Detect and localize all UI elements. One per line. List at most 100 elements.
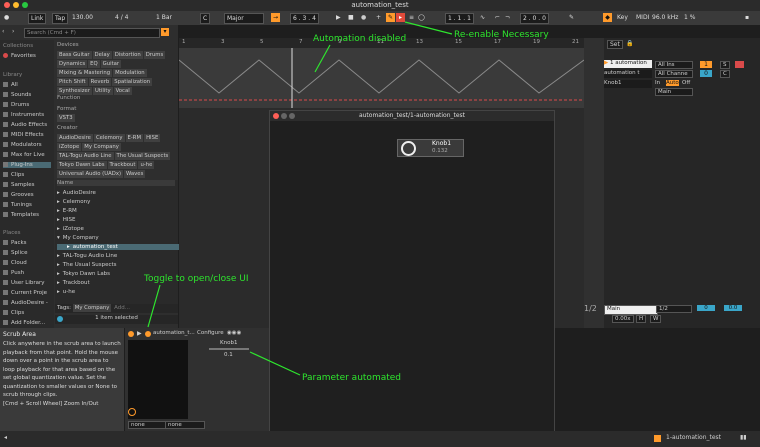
library-item[interactable]: Drums	[3, 102, 29, 108]
library-item[interactable]: Tunings	[3, 202, 32, 208]
monitor-in-button[interactable]: In	[655, 80, 660, 86]
device-activator-icon[interactable]	[128, 331, 134, 337]
wrench-icon[interactable]	[145, 331, 151, 337]
configure-button[interactable]: Configure	[197, 330, 224, 336]
knob1-control[interactable]: Knob1 0.132	[397, 139, 464, 157]
automation-arm-icon[interactable]: ✎	[386, 13, 395, 22]
filter-tag[interactable]: Waves	[124, 170, 146, 178]
filter-tag[interactable]: Modulation	[113, 69, 147, 77]
reenable-automation-button[interactable]: ▸	[396, 13, 405, 22]
loop-length-field[interactable]: 2 . 0 . 0	[520, 13, 549, 24]
browser-search-input[interactable]: Search (Cmd + F)	[24, 28, 160, 38]
link-button[interactable]: Link	[28, 13, 47, 24]
file-item[interactable]: ▾ My Company	[57, 235, 175, 241]
back-icon[interactable]: ‹	[2, 28, 12, 38]
set-button[interactable]: Set	[607, 40, 623, 49]
filter-tag[interactable]: Reverb	[88, 78, 112, 86]
solo-button[interactable]: S	[720, 61, 730, 69]
master-track[interactable]: Main	[604, 305, 658, 315]
monitor-off-button[interactable]: Off	[682, 80, 690, 86]
metronome-bar-select[interactable]: 1 Bar	[156, 13, 172, 22]
tempo-field[interactable]: 130.00	[72, 13, 93, 22]
file-item-selected[interactable]: ▸ automation_test	[57, 244, 185, 250]
scale-select[interactable]: Major	[224, 13, 264, 24]
places-item[interactable]: Cloud	[3, 260, 27, 266]
height-button[interactable]: H	[636, 315, 647, 323]
file-item[interactable]: ▸ TAL-Togu Audio Line	[57, 253, 175, 259]
key-map-toggle[interactable]: ◆	[603, 13, 612, 22]
master-volume[interactable]: 0.0	[724, 305, 742, 311]
song-position-field[interactable]: 6 . 3 . 4	[290, 13, 319, 24]
track-1-automation[interactable]: ▶ 1 automation	[604, 60, 652, 68]
master-pan[interactable]: 0	[697, 305, 715, 311]
plugin-minimize-button[interactable]	[281, 113, 287, 119]
library-item[interactable]: Instruments	[3, 112, 44, 118]
file-item[interactable]: ▸ u-he	[57, 289, 175, 295]
name-column-header[interactable]: Name	[57, 180, 175, 186]
output-select[interactable]: Main	[655, 88, 693, 96]
input-channel-select[interactable]: All Channe	[655, 70, 693, 78]
expand-chevron-icon[interactable]: ▸	[57, 208, 60, 214]
play-icon[interactable]: ▶	[336, 13, 341, 22]
expand-chevron-icon[interactable]: ▸	[57, 226, 60, 232]
device-options-icons[interactable]: ◉◉◉	[227, 330, 241, 336]
expand-chevron-icon[interactable]: ▸	[57, 199, 60, 205]
device-input-select[interactable]: none	[128, 421, 168, 429]
filter-tag[interactable]: Guitar	[100, 60, 122, 68]
link-indicator[interactable]: ●	[4, 13, 9, 22]
places-item[interactable]: Add Folder...	[3, 320, 45, 326]
capture-icon[interactable]: ≡	[409, 13, 414, 22]
expand-chevron-icon[interactable]: ▾	[57, 235, 60, 241]
plugin-zoom-button[interactable]	[289, 113, 295, 119]
session-record-icon[interactable]: +	[376, 13, 381, 22]
places-item[interactable]: Current Proje	[3, 290, 47, 296]
tap-button[interactable]: Tap	[52, 13, 69, 24]
plugin-close-button[interactable]	[273, 113, 279, 119]
file-item[interactable]: ▸ HISE	[57, 217, 175, 223]
filter-tag[interactable]: Synthesizer	[57, 87, 92, 95]
places-item[interactable]: User Library	[3, 280, 45, 286]
expand-chevron-icon[interactable]: ▸	[57, 280, 60, 286]
library-item[interactable]: Audio Effects	[3, 122, 47, 128]
library-item[interactable]: MIDI Effects	[3, 132, 44, 138]
punch-out-icon[interactable]: ¬	[505, 13, 510, 22]
expand-chevron-icon[interactable]: ▸	[67, 244, 70, 250]
filter-tag[interactable]: The Usual Suspects	[114, 152, 171, 160]
file-item[interactable]: ▸ The Usual Suspects	[57, 262, 175, 268]
expand-chevron-icon[interactable]: ▸	[57, 190, 60, 196]
filter-tag[interactable]: Tokyo Dawn Labs	[57, 161, 107, 169]
midi-map-button[interactable]: MIDI	[636, 13, 649, 22]
filter-tag[interactable]: Utility	[93, 87, 113, 95]
expand-chevron-icon[interactable]: ▸	[57, 262, 60, 268]
status-left-icon[interactable]: ◂	[4, 434, 7, 441]
pencil-icon[interactable]: ✎	[569, 13, 574, 22]
crossfade-button[interactable]: C	[720, 70, 730, 78]
expand-chevron-icon[interactable]: ▸	[57, 253, 60, 259]
file-item[interactable]: ▸ AudioDesire	[57, 190, 175, 196]
places-item[interactable]: Clips	[3, 310, 24, 316]
punch-in-icon[interactable]: ⌐	[495, 13, 500, 22]
tempo-scale[interactable]: 0.00x	[612, 315, 634, 323]
expand-chevron-icon[interactable]: ▸	[57, 289, 60, 295]
filter-tag[interactable]: Spatialization	[112, 78, 153, 86]
pan-display[interactable]: 0	[700, 70, 712, 77]
library-item[interactable]: Plug-Ins	[3, 162, 51, 168]
draw-mode-icon[interactable]: ∿	[480, 13, 485, 22]
filter-tag[interactable]: HISE	[144, 134, 161, 142]
input-type-select[interactable]: All Ins	[655, 61, 693, 69]
places-item[interactable]: AudioDesire -	[3, 300, 48, 306]
monitor-auto-button[interactable]: Auto	[666, 80, 679, 86]
filter-tag[interactable]: Pitch Shift	[57, 78, 88, 86]
expand-chevron-icon[interactable]: ▸	[57, 217, 60, 223]
filter-tag[interactable]: Vocal	[113, 87, 132, 95]
filter-tag[interactable]: u-he	[138, 161, 155, 169]
master-cue-select[interactable]: 1/2	[656, 305, 692, 313]
filter-tag[interactable]: My Company	[82, 143, 121, 151]
track-automation-plugin[interactable]: automation t	[604, 70, 652, 78]
filter-tag[interactable]: iZotope	[57, 143, 82, 151]
track-number[interactable]: 1	[700, 61, 712, 68]
automation-lane[interactable]	[179, 48, 584, 108]
file-item[interactable]: ▸ iZotope	[57, 226, 175, 232]
library-item[interactable]: Modulators	[3, 142, 42, 148]
filter-tag[interactable]: Universal Audio (UADx)	[57, 170, 124, 178]
